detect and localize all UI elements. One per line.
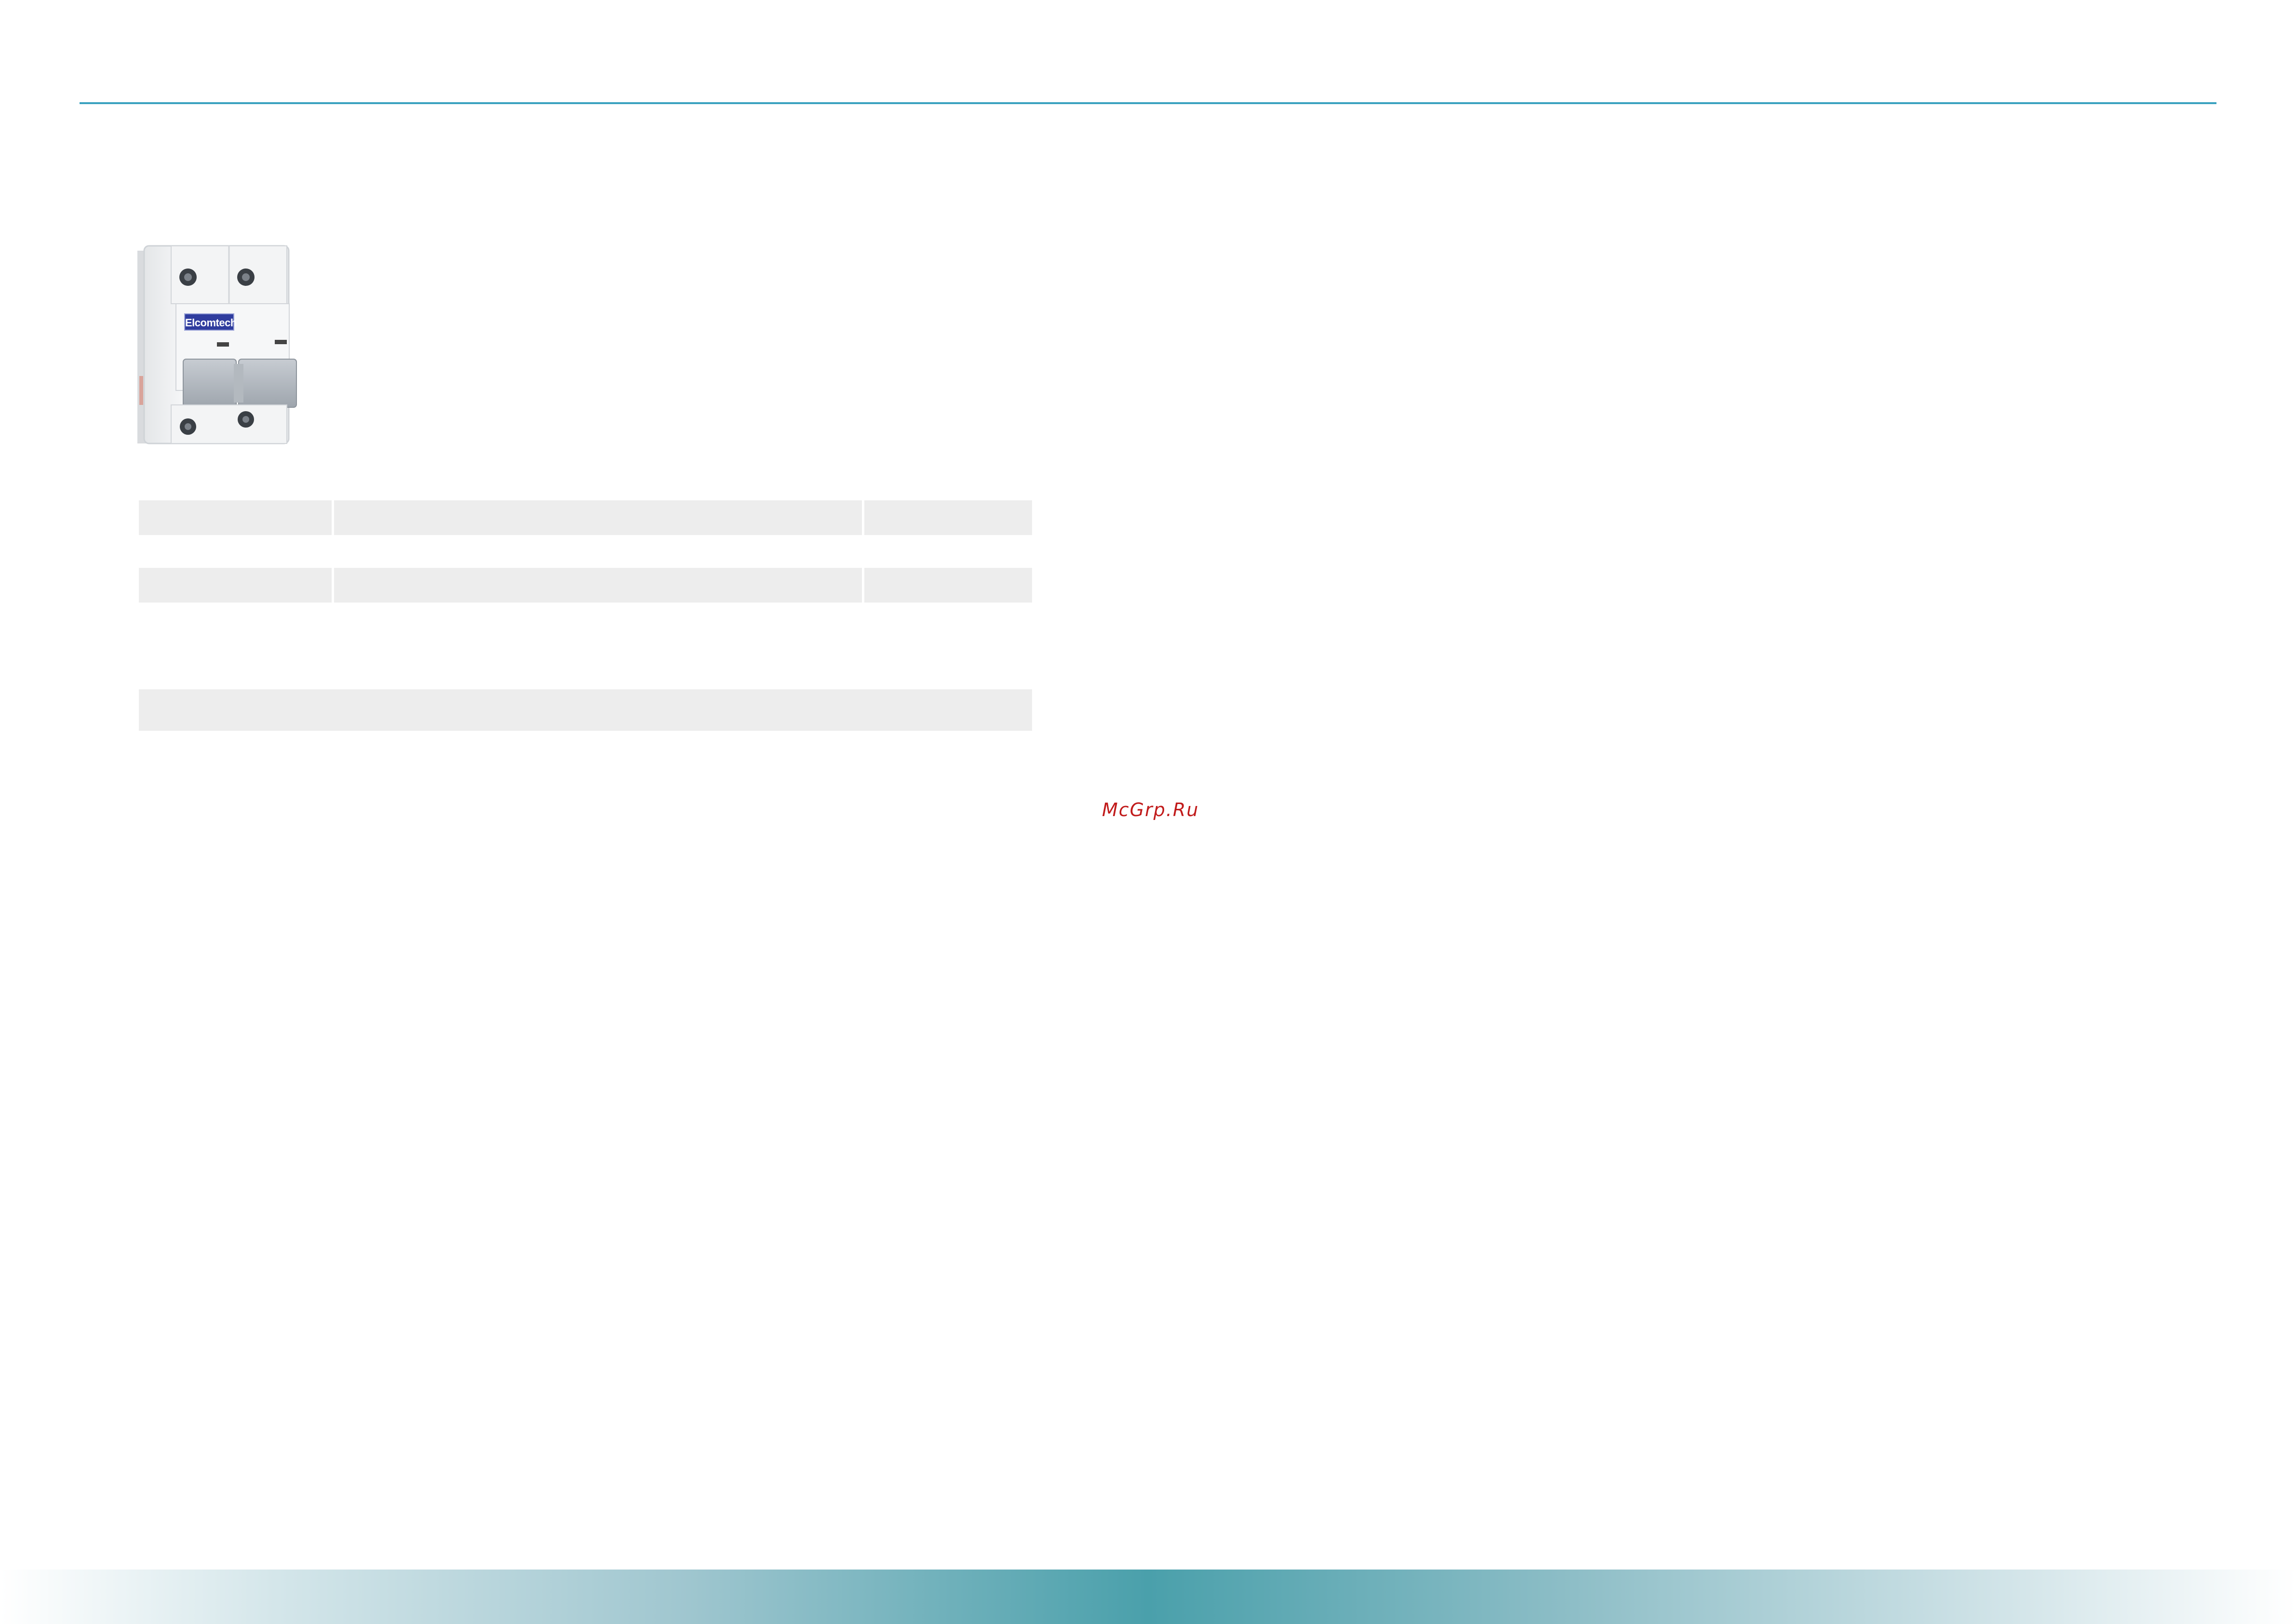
table-cell (334, 568, 862, 603)
table-cell (139, 568, 332, 603)
table-cell (139, 500, 332, 535)
table-row-full (139, 689, 1032, 731)
brand-label: Elcomtech (184, 313, 237, 331)
top-divider (80, 102, 2216, 104)
table-row (139, 500, 1032, 535)
table-cell (334, 500, 862, 535)
circuit-breaker-image: Elcomtech (137, 241, 306, 451)
table-cell (864, 500, 1032, 535)
watermark: McGrp.Ru (1102, 799, 1199, 820)
table-row (139, 568, 1032, 603)
footer-gradient-band (0, 1570, 2296, 1624)
table-cell (864, 568, 1032, 603)
